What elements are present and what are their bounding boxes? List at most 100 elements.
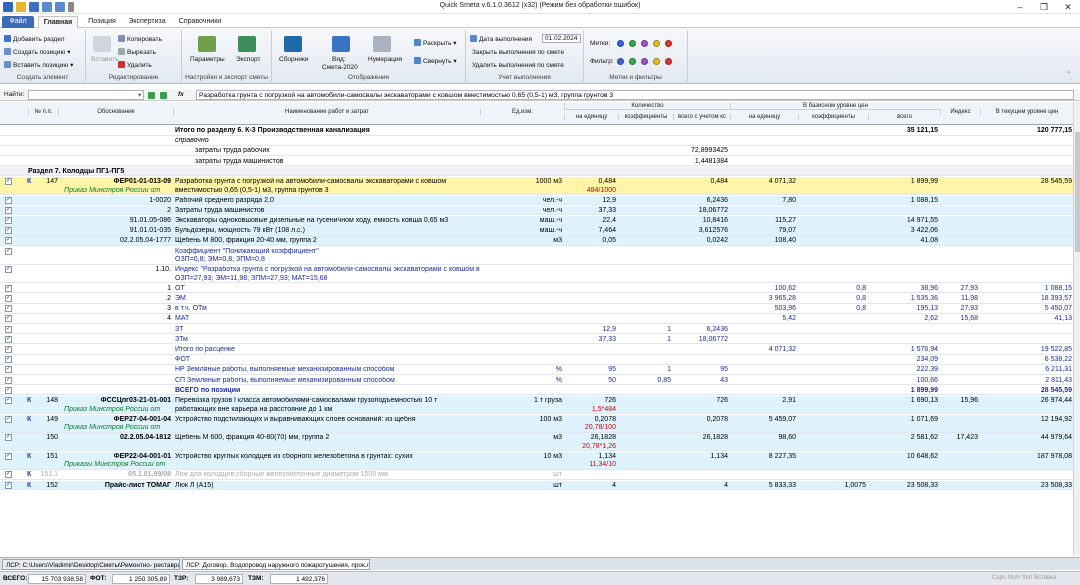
delete-button[interactable]: Удалить [118,61,152,69]
cell-base-unit[interactable]: 4 071,32 [730,178,796,187]
col-qty-total[interactable]: всего с учетом кс [673,114,730,120]
row-checkbox[interactable]: ✓ [5,227,12,235]
cell-qty[interactable]: 26,1828 [564,434,616,443]
table-row[interactable]: ✓ К 148 ФССЦпг03-21-01-001 Перевозка грузов … [0,396,1073,414]
cell-name[interactable]: Экскаваторы одноковшовые дизельные на гу… [175,217,480,226]
cell-base-total[interactable]: 14 971,55 [868,217,938,226]
cell-unit[interactable]: маш.-ч [480,217,562,226]
cell-qty-total[interactable]: 95 [673,366,728,375]
estimate-grid[interactable]: Итого по разделу 6. К-3 Производственная… [0,126,1073,556]
insert-position-button[interactable]: Вставить позицию ▾ [4,61,73,69]
ribbon-collapse-icon[interactable]: ⌃ [1066,70,1071,78]
scrollbar-thumb[interactable] [1075,132,1080,252]
cell-qty[interactable]: 37,33 [564,336,616,345]
cell-num[interactable]: 147 [28,178,58,187]
table-row[interactable]: ✓ 1 ОТ 100,62 0,8 38,96 27,93 1 088,15 [0,284,1073,294]
cell-qty-total[interactable]: 26,1828 [673,434,728,443]
cell-current[interactable]: 1 088,15 [980,285,1072,294]
cell-base-unit[interactable]: 3 965,28 [730,295,796,304]
cell-name[interactable]: справочно [175,137,480,146]
cell-base-total[interactable]: 2,62 [868,315,938,324]
tab-file[interactable]: Файл [2,16,34,28]
cell-qty-coef[interactable]: 1 [618,336,671,345]
cell-base-unit[interactable]: 5 833,33 [730,482,796,491]
create-position-button[interactable]: Создать позицию ▾ [4,48,71,56]
cell-qty-total[interactable]: 6,2436 [673,326,728,335]
cell-name[interactable]: Рабочий среднего разряда 2,0 [175,197,480,206]
copy-button[interactable]: Копировать [118,35,162,43]
cell-name[interactable]: Итого по разделу 6. К-3 Производственная… [175,127,480,136]
row-checkbox[interactable]: ✓ [5,366,12,374]
cell-basis[interactable]: Прайс-лист ТОМАГ [58,482,171,491]
cell-unit[interactable]: 1 т груза [480,397,562,406]
cell-name[interactable]: затраты труда рабочих [175,147,480,156]
cell-name[interactable]: МАТ [175,315,480,324]
cell-qty-total[interactable]: 10,8416 [673,217,728,226]
cell-name[interactable]: ОТ [175,285,480,294]
cell-name[interactable]: в т.ч. ОТм [175,305,480,314]
cell-current[interactable]: 6 211,31 [980,366,1072,375]
cell-base-total[interactable]: 23 508,33 [868,482,938,491]
cell-base-coef[interactable]: 0,8 [798,285,866,294]
cell-unit[interactable]: м3 [480,237,562,246]
cell-base-unit[interactable]: 79,07 [730,227,796,236]
col-base-coef[interactable]: коэффициенты [798,114,868,120]
cell-num[interactable]: 151.1 [28,471,58,480]
cell-index[interactable]: 15,68 [940,315,978,324]
cell-unit[interactable]: маш.-ч [480,227,562,236]
cell-current[interactable]: 120 777,15 [980,127,1072,136]
cell-num[interactable]: 150 [28,434,58,443]
row-checkbox[interactable]: ✓ [5,178,12,185]
table-row[interactable]: ✓ ЗТм 37,33 1 18,06772 [0,335,1073,345]
parameters-button[interactable]: Параметры [190,56,225,63]
cell-name[interactable]: Щебень М 800, фракция 20-40 мм, группа 2 [175,237,480,246]
cell-name[interactable]: Перевозка грузов I класса автомобилями-с… [175,397,480,406]
tab-expertise[interactable]: Экспертиза [124,16,170,28]
cell-num[interactable]: 149 [28,416,58,425]
cell-unit[interactable]: 100 м3 [480,416,562,425]
table-row[interactable]: ✓ 3 в т.ч. ОТм 503,96 0,8 195,13 27,93 5 450,07 [0,304,1073,314]
cell-name[interactable]: Коэффициент "Понижающий коэффициент" [175,248,480,257]
row-checkbox[interactable]: ✓ [5,237,12,245]
cell-basis[interactable]: ФССЦпг03-21-01-001 [58,397,171,406]
cell-qty-total[interactable]: 0,0242 [673,237,728,246]
row-checkbox[interactable]: ✓ [5,376,12,384]
cell-name[interactable]: СП Земляные работы, выполняемые механизи… [175,377,480,386]
cell-qty-total[interactable]: 18,06772 [673,336,728,345]
table-row[interactable]: ✓ К 152 Прайс-лист ТОМАГ Люк Л (А15) шт 4 4 5 83… [0,480,1073,491]
cell-basis[interactable]: 1.10. [58,266,171,275]
cell-name[interactable]: ЗТм [175,336,480,345]
table-row[interactable]: ✓ НР Земляные работы, выполняемые механиз… [0,365,1073,375]
cell-qty-coef[interactable]: 1 [618,366,671,375]
table-row[interactable]: ✓ 2 Затраты труда машинистов чел.-ч 37,33 18,… [0,205,1073,216]
table-row[interactable]: затраты труда рабочих 72,8993425 [0,146,1073,156]
cell-qty-total[interactable]: 18,06772 [673,207,728,216]
row-checkbox[interactable]: ✓ [5,346,12,353]
cell-base-unit[interactable]: 2,91 [730,397,796,406]
cell-basis[interactable]: ФЕР27-04-001-04 [58,416,171,425]
cell-basis[interactable]: 91.01.05-086 [58,217,171,226]
cell-name[interactable]: Устройство подстилающих и выравнивающих … [175,416,480,425]
cell-current[interactable]: 2 811,43 [980,377,1072,386]
filter-red-icon[interactable] [665,58,672,65]
cell-qty[interactable]: 0,05 [564,237,616,246]
cell-qty-total[interactable]: 1,4481384 [673,158,728,167]
cell-name[interactable]: ЭМ [175,295,480,304]
cell-basis[interactable]: 4 [58,315,171,324]
cell-qty[interactable]: 22,4 [564,217,616,226]
cell-name[interactable]: ЗТ [175,326,480,335]
cell-qty[interactable]: 0,2078 [564,416,616,425]
row-checkbox[interactable]: ✓ [5,206,12,214]
cell-name[interactable]: ФОТ [175,356,480,365]
cell-base-unit[interactable]: 5 459,07 [730,416,796,425]
table-row[interactable]: ✓ 150 02.2.05.04-1812 Щебень М 600, фракция… [0,433,1073,452]
cell-qty[interactable]: 12,9 [564,326,616,335]
row-checkbox[interactable]: ✓ [5,196,12,204]
table-row[interactable]: ✓ К 147 ФЕР01-01-013-09 Разработка грунта с … [0,177,1073,195]
cell-unit[interactable]: чел.-ч [480,207,562,216]
mark-green-icon[interactable] [629,40,636,47]
cell-qty-total[interactable]: 0,484 [673,178,728,187]
mark-red-icon[interactable] [665,40,672,47]
table-row[interactable]: ✓ 4 МАТ 5,42 2,62 15,68 41,13 [0,314,1073,324]
table-row[interactable]: затраты труда машинистов 1,4481384 [0,157,1073,167]
